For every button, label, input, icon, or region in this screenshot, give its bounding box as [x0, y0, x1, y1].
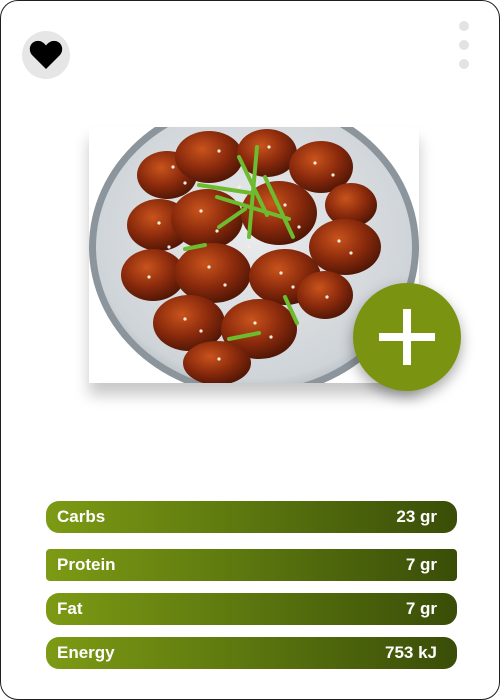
nutrition-value: 23 gr	[396, 507, 437, 526]
nutrition-value: 7 gr	[405, 555, 437, 574]
nutrition-row-fat: Fat 7 gr	[46, 593, 457, 625]
nutrition-row-carbs: Carbs 23 gr	[46, 501, 457, 533]
recipe-card[interactable]: Honey Sesame Chicken Sticky glazed bites…	[0, 0, 500, 700]
nutrition-label: Energy	[57, 643, 115, 662]
nutrition-label: Protein	[57, 555, 116, 574]
heart-icon	[29, 40, 63, 69]
nutrition-label: Carbs	[57, 507, 106, 526]
more-options-button[interactable]	[455, 21, 473, 69]
recipe-subtitle: Sticky glazed bites	[47, 442, 216, 463]
nutrition-row-energy: Energy 753 kJ	[46, 637, 457, 669]
nutrition-value: 753 kJ	[385, 643, 437, 662]
nutrition-row-protein: Protein 7 gr	[46, 549, 457, 581]
more-vertical-icon-dot	[459, 59, 469, 69]
plus-icon	[379, 309, 435, 365]
more-vertical-icon	[459, 21, 469, 31]
more-vertical-icon-dot	[459, 40, 469, 50]
recipe-title: Honey Sesame Chicken	[47, 406, 387, 436]
nutrition-value: 7 gr	[405, 599, 437, 618]
favorite-button[interactable]	[22, 31, 70, 79]
add-button[interactable]	[353, 283, 461, 391]
nutrition-label: Fat	[57, 599, 83, 618]
